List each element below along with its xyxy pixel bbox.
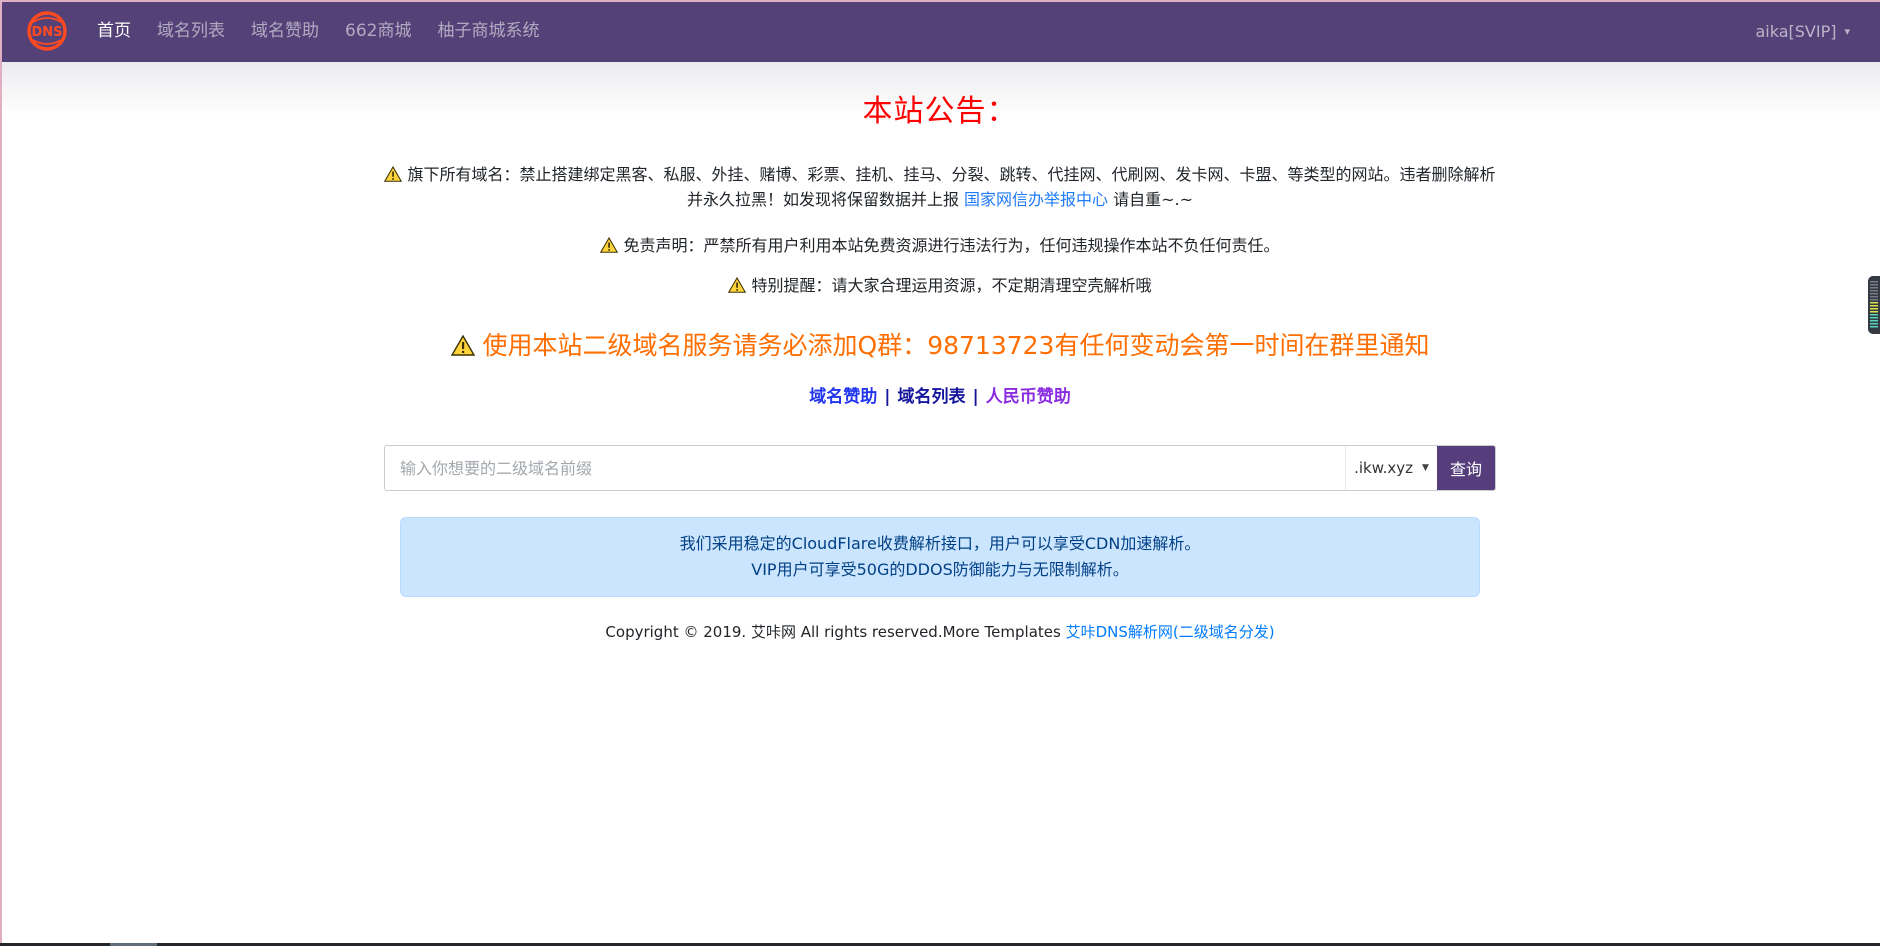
warning-icon [451,335,475,357]
notice-text: 特别提醒：请大家合理运用资源，不定期清理空壳解析哦 [751,276,1151,295]
copyright-text: Copyright © 2019. 艾咔网 All rights reserve… [605,623,1065,641]
navbar: DNS 首页 域名列表 域名赞助 662商城 柚子商城系统 aika[SVIP]… [0,0,1880,62]
selected-domain-suffix: .ikw.xyz [1354,459,1413,477]
user-menu[interactable]: aika[SVIP] ▾ [1751,22,1854,41]
domain-prefix-input[interactable] [385,446,1345,490]
nav-item-domain-sponsor[interactable]: 域名赞助 [238,0,332,62]
report-center-link[interactable]: 国家网信办举报中心 [964,190,1108,209]
chevron-down-icon: ▾ [1844,25,1850,38]
warning-icon [384,166,402,183]
globe-dns-icon: DNS [26,10,68,52]
notice-text: 旗下所有域名：禁止搭建绑定黑客、私服、外挂、赌博、彩票、挂机、挂马、分裂、跳转、… [407,165,1495,209]
link-rmb-sponsor[interactable]: 人民币赞助 [986,387,1071,407]
notice-text: 免责声明：严禁所有用户利用本站免费资源进行违法行为，任何违规操作本站不负任何责任… [623,236,1279,255]
side-widget[interactable] [1868,276,1880,334]
window-top-edge [0,0,1880,2]
footer-site-link[interactable]: 艾咔DNS解析网(二级域名分发) [1066,623,1275,641]
search-button[interactable]: 查询 [1437,446,1495,490]
main-content: 本站公告： 旗下所有域名：禁止搭建绑定黑客、私服、外挂、赌博、彩票、挂机、挂马、… [0,62,1880,682]
nav-item-domain-list[interactable]: 域名列表 [144,0,238,62]
nav-item-662-shop[interactable]: 662商城 [332,0,424,62]
warning-icon [728,277,746,294]
logo[interactable]: DNS [26,10,68,52]
side-widget-stripes-yellow [1870,302,1878,314]
info-box: 我们采用稳定的CloudFlare收费解析接口，用户可以享受CDN加速解析。 V… [400,517,1480,597]
footer: Copyright © 2019. 艾咔网 All rights reserve… [0,621,1880,682]
notice-text: 请自重~.~ [1108,190,1193,209]
link-separator: | [884,387,890,407]
notice-reminder: 特别提醒：请大家合理运用资源，不定期清理空壳解析哦 [378,273,1503,298]
info-line-2: VIP用户可享受50G的DDOS防御能力与无限制解析。 [421,557,1459,583]
nav-item-home[interactable]: 首页 [84,0,144,62]
domain-search-form: .ikw.xyz ▼ 查询 [384,445,1496,491]
link-separator: | [973,387,979,407]
select-caret-icon: ▼ [1422,463,1429,473]
warning-icon [600,237,618,254]
info-line-1: 我们采用稳定的CloudFlare收费解析接口，用户可以享受CDN加速解析。 [421,531,1459,557]
window-left-edge [0,0,2,946]
svg-text:DNS: DNS [31,25,62,40]
notice-disclaimer: 免责声明：严禁所有用户利用本站免费资源进行违法行为，任何违规操作本站不负任何责任… [378,233,1503,258]
domain-suffix-select[interactable]: .ikw.xyz ▼ [1345,446,1437,490]
side-widget-stripes-teal [1870,314,1878,329]
link-domain-sponsor[interactable]: 域名赞助 [809,387,877,407]
quick-links: 域名赞助 | 域名列表 | 人民币赞助 [0,382,1880,407]
nav-item-youzi-shop[interactable]: 柚子商城系统 [424,0,552,62]
page-title: 本站公告： [0,86,1880,130]
user-label: aika[SVIP] [1755,22,1836,41]
link-domain-list[interactable]: 域名列表 [898,387,966,407]
qq-notice-text: 使用本站二级域名服务请务必添加Q群：98713723有任何变动会第一时间在群里通… [483,331,1430,360]
side-widget-stripes-gray [1870,281,1878,302]
qq-group-notice: 使用本站二级域名服务请务必添加Q群：98713723有任何变动会第一时间在群里通… [0,326,1880,362]
notice-domains: 旗下所有域名：禁止搭建绑定黑客、私服、外挂、赌博、彩票、挂机、挂马、分裂、跳转、… [378,162,1503,212]
